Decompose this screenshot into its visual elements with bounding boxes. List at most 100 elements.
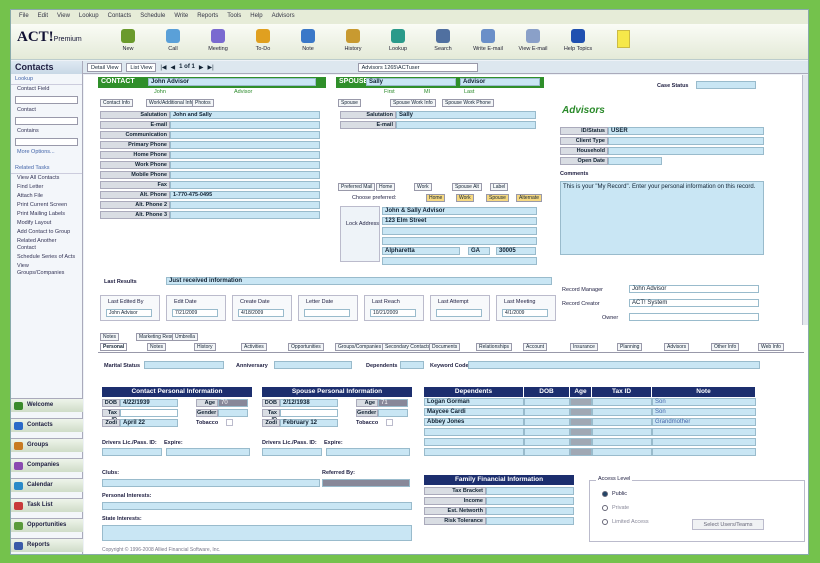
- dependent-dob-cell[interactable]: [524, 428, 570, 436]
- street2-field[interactable]: [382, 227, 537, 235]
- city-field[interactable]: Alpharetta: [382, 247, 460, 255]
- contact-field-value[interactable]: [170, 131, 320, 139]
- related-task-link[interactable]: Add Contact to Group: [11, 228, 82, 237]
- family-financial-field[interactable]: [486, 497, 574, 505]
- last-record-icon[interactable]: ▶|: [207, 64, 213, 71]
- contact-info-tab[interactable]: Photos: [192, 99, 214, 107]
- menu-schedule[interactable]: Schedule: [140, 13, 165, 21]
- zip-field[interactable]: 30005: [496, 247, 536, 255]
- anniversary-field[interactable]: [274, 361, 352, 369]
- clubs-field[interactable]: [102, 479, 320, 487]
- nav-companies[interactable]: Companies: [11, 458, 83, 472]
- contact-name-field[interactable]: John Advisor: [148, 78, 316, 86]
- meta-value[interactable]: John Advisor: [106, 309, 152, 317]
- spouse-email-field[interactable]: [396, 121, 536, 129]
- dependent-taxid-cell[interactable]: [592, 408, 652, 416]
- contact-field-value[interactable]: [170, 181, 320, 189]
- contact-field-value[interactable]: [170, 211, 320, 219]
- nav-groups[interactable]: Groups: [11, 438, 83, 452]
- right-field-value[interactable]: [608, 137, 764, 145]
- spouse-tab[interactable]: Spouse Work Info: [390, 99, 436, 107]
- dependent-note-cell[interactable]: [652, 438, 756, 446]
- nav-welcome[interactable]: Welcome: [11, 398, 83, 412]
- toolbar-search-button[interactable]: Search: [426, 29, 460, 52]
- menu-advisors[interactable]: Advisors: [272, 13, 295, 21]
- toolbar-view-e-mail-button[interactable]: View E-mail: [516, 29, 550, 52]
- lower-tab-personal[interactable]: Personal: [100, 343, 128, 351]
- toolbar-meeting-button[interactable]: Meeting: [201, 29, 235, 52]
- dependent-taxid-cell[interactable]: [592, 438, 652, 446]
- gender-field[interactable]: [218, 409, 248, 417]
- family-financial-field[interactable]: [486, 507, 574, 515]
- meta-value[interactable]: 10/21/2009: [370, 309, 416, 317]
- lower-tab-groups-companies[interactable]: Groups/Companies: [335, 343, 385, 351]
- street-field[interactable]: 123 Elm Street: [382, 217, 537, 225]
- sidebar-lookup-input[interactable]: [15, 117, 78, 125]
- dependent-note-cell[interactable]: Son: [652, 408, 756, 416]
- toolbar-help-topics-button[interactable]: Help Topics: [561, 29, 595, 52]
- toolbar-call-button[interactable]: Call: [156, 29, 190, 52]
- lower-tab-opportunities[interactable]: Opportunities: [288, 343, 324, 351]
- first-record-icon[interactable]: |◀: [160, 64, 166, 71]
- record-record_manager-field[interactable]: John Advisor: [629, 285, 759, 293]
- contact-info-tab[interactable]: Contact Info: [100, 99, 133, 107]
- spouse-tab[interactable]: Spouse Work Phone: [442, 99, 494, 107]
- mail-tab[interactable]: Preferred Mail: [338, 183, 376, 191]
- dependent-dob-cell[interactable]: [524, 408, 570, 416]
- drivers-license-field[interactable]: [262, 448, 322, 456]
- sidebar-lookup-input[interactable]: [15, 96, 78, 104]
- nav-calendar[interactable]: Calendar: [11, 478, 83, 492]
- dependent-taxid-cell[interactable]: [592, 448, 652, 456]
- dependent-name-cell[interactable]: [424, 428, 524, 436]
- nav-reports[interactable]: Reports: [11, 538, 83, 552]
- lower-tab-web-info[interactable]: Web Info: [758, 343, 784, 351]
- nav-opportunities[interactable]: Opportunities: [11, 518, 83, 532]
- state-field[interactable]: GA: [468, 247, 490, 255]
- menu-lookup[interactable]: Lookup: [79, 13, 99, 21]
- right-field-value[interactable]: [608, 157, 662, 165]
- dependent-dob-cell[interactable]: [524, 438, 570, 446]
- spouse-salutation-field[interactable]: Sally: [396, 111, 536, 119]
- contact-field-value[interactable]: John and Sally: [170, 111, 320, 119]
- dependent-dob-cell[interactable]: [524, 398, 570, 406]
- case-status-field[interactable]: [696, 81, 756, 89]
- dependents-count-field[interactable]: [400, 361, 424, 369]
- state-interests-field[interactable]: [102, 525, 412, 541]
- mail-tab[interactable]: Label: [490, 183, 509, 191]
- meta-value[interactable]: 7/21/2009: [172, 309, 218, 317]
- related-task-link[interactable]: Find Letter: [11, 183, 82, 192]
- nav-contacts[interactable]: Contacts: [11, 418, 83, 432]
- personal-interests-field[interactable]: [102, 502, 412, 510]
- family-financial-field[interactable]: [486, 487, 574, 495]
- meta-value[interactable]: 4/1/2009: [502, 309, 548, 317]
- right-scrollbar[interactable]: [802, 75, 808, 325]
- menu-file[interactable]: File: [19, 13, 29, 21]
- mail-option-alternate[interactable]: Alternate: [516, 194, 543, 202]
- contact-field-value[interactable]: 1-770-475-0495: [170, 191, 320, 199]
- dependent-taxid-cell[interactable]: [592, 428, 652, 436]
- lower-tab[interactable]: Umbrella: [172, 333, 199, 341]
- contact-field-value[interactable]: [170, 121, 320, 129]
- nav-task-list[interactable]: Task List: [11, 498, 83, 512]
- dependent-taxid-cell[interactable]: [592, 398, 652, 406]
- menu-reports[interactable]: Reports: [197, 13, 218, 21]
- contact-field-value[interactable]: [170, 201, 320, 209]
- contact-field-value[interactable]: [170, 171, 320, 179]
- lower-tab-history[interactable]: History: [194, 343, 216, 351]
- lower-tab-notes[interactable]: Notes: [147, 343, 167, 351]
- toolbar-note-button[interactable]: Note: [291, 29, 325, 52]
- select-users-button[interactable]: Select Users/Teams: [692, 519, 764, 530]
- lookup-select[interactable]: Advisors 1265\ACTuser: [357, 62, 478, 72]
- meta-value[interactable]: [436, 309, 482, 317]
- right-field-value[interactable]: USER: [608, 127, 764, 135]
- expire-field[interactable]: [166, 448, 250, 456]
- related-task-link[interactable]: Modify Layout: [11, 219, 82, 228]
- list-view-button[interactable]: List View: [126, 62, 157, 72]
- menu-contacts[interactable]: Contacts: [108, 13, 132, 21]
- prev-record-icon[interactable]: ◀: [171, 64, 176, 71]
- mail-tab[interactable]: Work: [414, 183, 432, 191]
- mail-tab[interactable]: Home: [376, 183, 396, 191]
- related-task-link[interactable]: Attach File: [11, 192, 82, 201]
- meta-value[interactable]: [304, 309, 350, 317]
- mail-option-spouse[interactable]: Spouse: [486, 194, 509, 202]
